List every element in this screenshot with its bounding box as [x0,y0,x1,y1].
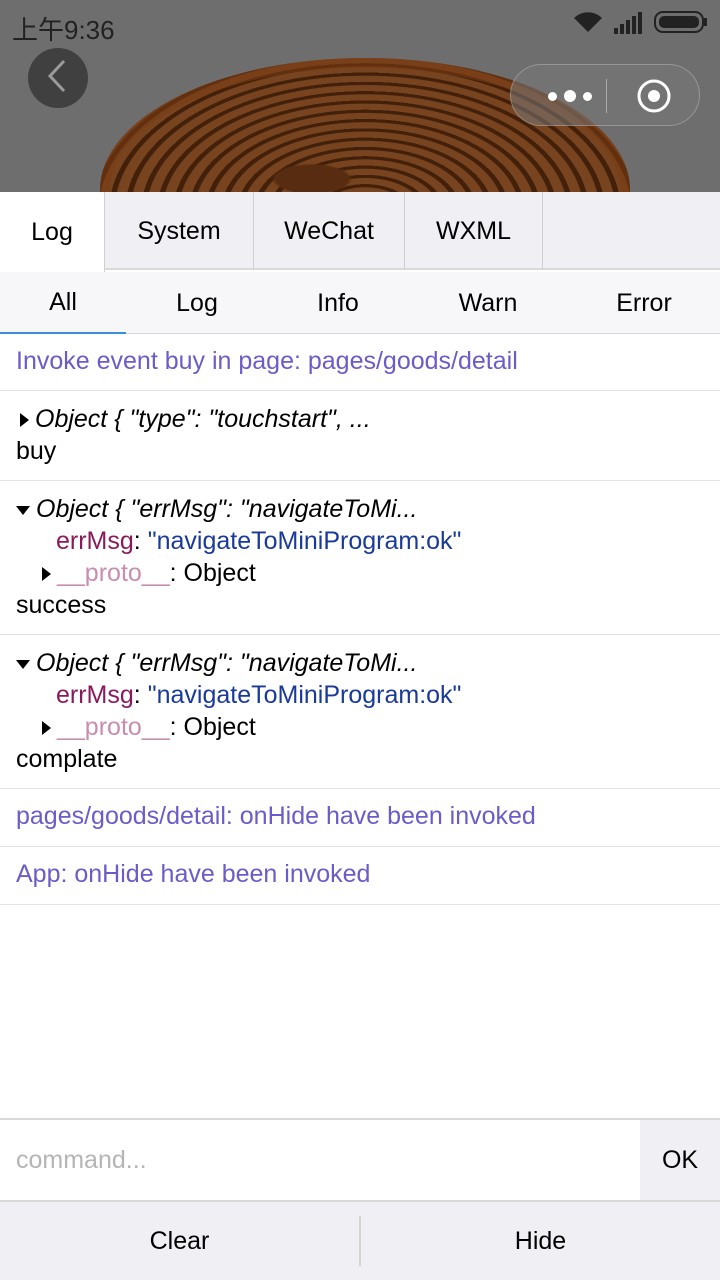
command-bar: OK [0,1118,720,1202]
filter-warn[interactable]: Warn [408,272,568,334]
command-input[interactable] [0,1120,640,1200]
mini-program-capsule [510,64,700,126]
signal-icon [614,10,644,34]
log-message: buy [16,437,57,465]
expand-arrow-icon [42,567,51,582]
object-proto[interactable]: __proto__: Object [16,557,704,589]
tab-wechat[interactable]: WeChat [254,192,405,270]
status-icons [572,10,708,34]
filter-error[interactable]: Error [568,272,720,334]
more-button[interactable] [537,65,603,127]
close-miniprogram-button[interactable] [636,78,672,114]
clear-button[interactable]: Clear [0,1202,359,1280]
wifi-icon [572,10,604,34]
bottom-toolbar: Clear Hide [0,1202,720,1280]
chevron-left-icon [46,59,70,98]
status-time: 上午9:36 [12,15,115,45]
filter-all[interactable]: All [0,272,126,334]
back-button[interactable] [28,48,88,108]
filter-info[interactable]: Info [268,272,408,334]
object-preview[interactable]: Object { "errMsg": "navigateToMi... [16,647,704,679]
tab-log[interactable]: Log [0,192,105,272]
object-property: errMsg: "navigateToMiniProgram:ok" [56,681,462,709]
collapse-arrow-icon [16,659,30,669]
log-row-success: Object { "errMsg": "navigateToMi... errM… [0,481,720,635]
object-property: errMsg: "navigateToMiniProgram:ok" [56,527,462,555]
expand-arrow-icon [42,721,51,736]
log-message: success [16,591,107,619]
filter-log[interactable]: Log [126,272,268,334]
tab-system[interactable]: System [105,192,254,270]
expand-arrow-icon [20,413,29,428]
object-preview[interactable]: Object { "errMsg": "navigateToMi... [16,493,704,525]
ok-button[interactable]: OK [640,1120,720,1200]
log-row-invoke: Invoke event buy in page: pages/goods/de… [0,334,720,391]
product-image-header: 上午9:36 [0,0,720,192]
tab-wxml[interactable]: WXML [405,192,543,270]
log-row-complate: Object { "errMsg": "navigateToMi... errM… [0,635,720,789]
object-preview[interactable]: Object { "type": "touchstart", ... [16,403,704,435]
log-row-buy: Object { "type": "touchstart", ... buy [0,391,720,481]
log-row-page-hide: pages/goods/detail: onHide have been inv… [0,789,720,847]
log-text: App: onHide have been invoked [16,860,371,888]
log-message: complate [16,745,118,773]
target-icon [637,79,671,113]
log-text: Invoke event buy in page: pages/goods/de… [16,347,518,375]
log-list: Invoke event buy in page: pages/goods/de… [0,334,720,1118]
log-row-app-hide: App: onHide have been invoked [0,847,720,905]
battery-icon [654,10,708,34]
vconsole-main-tabs: Log System WeChat WXML [0,192,720,272]
log-text: pages/goods/detail: onHide have been inv… [16,802,536,830]
hide-button[interactable]: Hide [361,1202,720,1280]
more-icon [548,91,557,101]
log-filter-tabs: All Log Info Warn Error [0,272,720,334]
object-proto[interactable]: __proto__: Object [16,711,704,743]
collapse-arrow-icon [16,505,30,515]
